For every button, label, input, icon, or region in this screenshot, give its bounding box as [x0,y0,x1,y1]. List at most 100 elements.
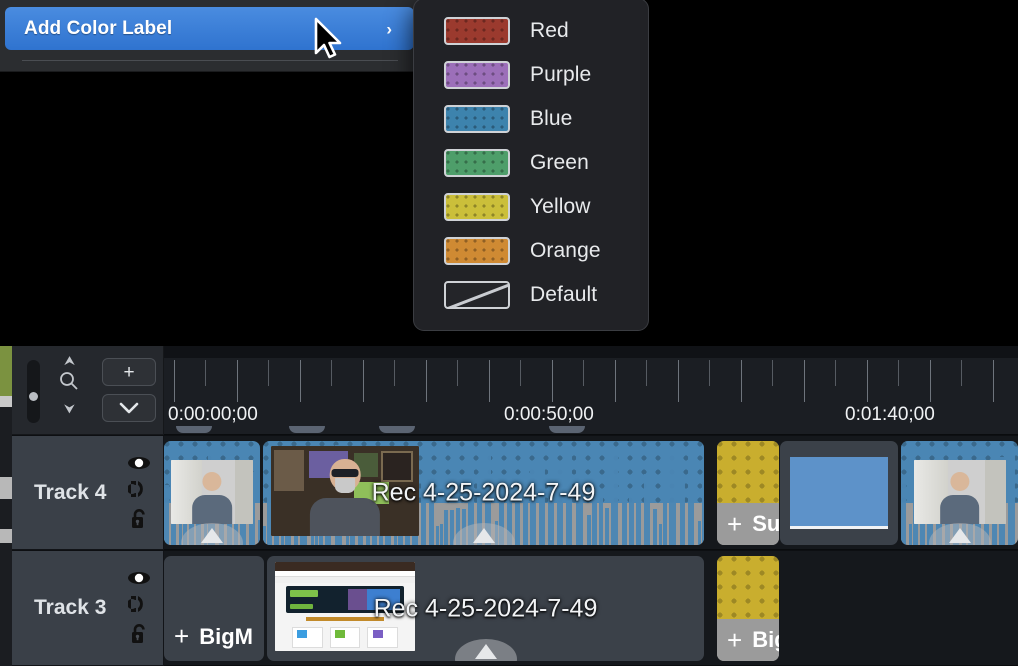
timeline-marker-tab[interactable] [289,426,325,433]
ruler-tick-minor [394,360,395,386]
submenu-item-green[interactable]: Green [414,141,648,185]
unlock-icon[interactable] [129,508,149,530]
submenu-item-red[interactable]: Red [414,9,648,53]
menu-item-label: Add Color Label [24,17,173,39]
timeline-clip[interactable]: + BigM [164,556,264,661]
ruler-tick-minor [961,360,962,386]
clip-label: Big [752,627,779,652]
track-lane-track-3[interactable]: + BigM Rec 4-25-2024-7-49 + Big [164,551,1018,666]
track-header-track-4[interactable]: Track 4 [12,436,164,550]
submenu-item-label: Green [530,151,589,174]
ruler-tick-major [930,360,931,402]
submenu-item-orange[interactable]: Orange [414,229,648,273]
clip-fade-handle[interactable] [474,644,497,659]
submenu-item-label: Purple [530,63,592,86]
submenu-item-yellow[interactable]: Yellow [414,185,648,229]
clip-fade-handle[interactable] [472,528,495,543]
clip-video-band [717,441,779,503]
ruler-timecode-label: 0:00:00;00 [168,404,258,425]
timeline-clip[interactable] [901,441,1018,545]
ruler-tick-major [804,360,805,402]
ruler-tick-minor [520,360,521,386]
ruler-tick-major [678,360,679,402]
timeline-marker-tab[interactable] [379,426,415,433]
clip-add-icon[interactable]: + [727,509,742,540]
swatch-blue-icon [444,105,510,133]
ruler-tick-minor [646,360,647,386]
ruler-tick-major [237,360,238,402]
ruler-tick-minor [331,360,332,386]
ruler-tick-minor [898,360,899,386]
timeline-clip[interactable] [780,441,898,545]
eye-icon[interactable] [127,456,151,470]
submenu-item-label: Red [530,19,569,42]
ruler-tick-minor [835,360,836,386]
ruler-timecode-label: 0:00:50;00 [504,404,594,425]
ruler-tick-major [615,360,616,402]
add-track-button[interactable]: + [102,358,156,386]
timeline-marker-tab[interactable] [549,426,585,433]
submenu-item-blue[interactable]: Blue [414,97,648,141]
clip-label: Rec 4-25-2024-7-49 [371,478,596,507]
ruler-tick-major [552,360,553,402]
timeline-options-button[interactable] [102,394,156,422]
timeline-clip[interactable]: Rec 4-25-2024-7-49 [267,556,704,661]
submenu-item-default[interactable]: Default [414,273,648,317]
timeline-clip[interactable]: + Su [717,441,779,545]
swatch-orange-icon [444,237,510,265]
clip-footer: + Big [717,619,779,661]
zoom-slider[interactable] [27,360,40,423]
ruler-tick-major [300,360,301,402]
magnet-icon[interactable] [128,479,150,499]
clip-label: Rec 4-25-2024-7-49 [373,594,598,622]
mouse-cursor-icon [314,17,342,59]
track-name-label: Track 4 [34,480,107,504]
ruler-tick-major [867,360,868,402]
arrow-up-icon: ⮝ [64,353,76,368]
ruler-tick-minor [772,360,773,386]
clip-footer: + BigM [164,613,264,661]
zoom-slider-knob[interactable] [29,392,38,401]
timeline-ruler[interactable]: 0:00:00;00 0:00:50;00 0:01:40;00 [164,346,1018,435]
submenu-item-purple[interactable]: Purple [414,53,648,97]
clip-thumbnail [790,457,888,529]
timeline-clip[interactable]: + Big [717,556,779,661]
magnet-icon[interactable] [128,594,150,614]
submenu-item-label: Blue [530,107,573,130]
ruler-tick-major [426,360,427,402]
menu-item-add-color-label[interactable]: Add Color Label › [5,7,414,50]
timeline-clip[interactable]: Rec 4-25-2024-7-49 [263,441,704,545]
color-label-submenu: Red Purple Blue Green Yellow Orange Defa… [413,0,649,331]
track-header-track-3[interactable]: Track 3 [12,551,164,666]
track-lane-track-4[interactable]: Rec 4-25-2024-7-49 + Su [164,436,1018,550]
timeline-clip[interactable] [164,441,260,545]
clip-label: BigM [199,623,253,649]
ruler-tick-minor [205,360,206,386]
chevron-down-icon [119,402,139,414]
submenu-item-label: Default [530,283,598,306]
ruler-tick-minor [268,360,269,386]
clip-video-band [717,556,779,619]
unlock-icon[interactable] [129,623,149,645]
ruler-tick-major [489,360,490,402]
clip-thumbnail [913,460,1006,524]
timeline-marker-tab[interactable] [176,426,212,433]
timeline-toolbar: ⮝ ⮟ + [12,346,164,435]
eye-icon[interactable] [127,571,151,585]
swatch-default-icon [444,281,510,309]
ruler-tick-minor [583,360,584,386]
clip-fade-handle[interactable] [948,528,971,543]
add-track-label: + [123,361,135,383]
timeline-panel: ⮝ ⮟ + 0:00:00;00 0:00:50;00 0:01:40;00 T… [0,346,1018,666]
ruler-tick-minor [709,360,710,386]
clip-add-icon[interactable]: + [174,621,189,652]
ruler-top-bar [164,346,1018,358]
clip-footer: + Su [717,503,779,545]
ruler-timecode-label: 0:01:40;00 [845,404,935,425]
submenu-item-label: Orange [530,239,601,262]
clip-fade-handle[interactable] [201,528,223,543]
swatch-yellow-icon [444,193,510,221]
ruler-tick-major [741,360,742,402]
clip-add-icon[interactable]: + [727,625,742,656]
swatch-green-icon [444,149,510,177]
